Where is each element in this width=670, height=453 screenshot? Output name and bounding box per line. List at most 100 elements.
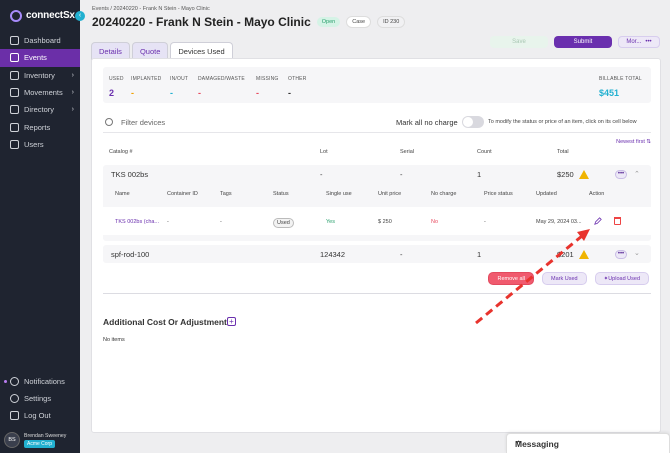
nav-label: Movements	[24, 88, 63, 98]
item-tags[interactable]: -	[220, 219, 222, 225]
nav-item-users[interactable]: Users	[0, 136, 80, 153]
table-row[interactable]: TKS 002bs (cha... - - Used Yes $ 250 No …	[103, 207, 651, 235]
warning-icon	[579, 250, 589, 259]
sub-col-status: Status	[273, 191, 289, 197]
user-name: Brendan Sweeney	[24, 432, 67, 439]
more-button[interactable]: Mor... •••	[618, 36, 660, 48]
logo-icon	[10, 9, 22, 22]
stat-label: BILLABLE TOTAL	[599, 76, 642, 82]
stat-used: USED 2	[109, 76, 124, 98]
ellipsis-icon: •••	[645, 39, 652, 45]
messaging-panel[interactable]: Messaging ⌃	[506, 433, 670, 453]
main-content: Events / 20240220 - Frank N Stein - Mayo…	[80, 0, 670, 453]
item-name-link[interactable]: TKS 002bs (cha...	[115, 219, 159, 225]
nav-label: Directory	[24, 105, 55, 115]
empty-state: No items	[103, 337, 125, 343]
sort-newest-button[interactable]: Newest first ⇅	[616, 139, 651, 145]
nav-item-dashboard[interactable]: Dashboard	[0, 32, 80, 49]
nav-item-notifications[interactable]: Notifications	[0, 373, 80, 390]
device-group[interactable]: TKS 002bs - - 1 $250 ••• ⌃ Name Containe…	[103, 165, 651, 241]
group-serial: -	[400, 250, 403, 259]
book-icon	[10, 105, 19, 115]
group-lot: 124342	[320, 250, 346, 259]
col-serial: Serial	[400, 149, 415, 155]
main-nav: Dashboard Events Inventory › Movements › D…	[0, 32, 80, 153]
logout-icon	[10, 411, 19, 420]
stat-value: -	[198, 88, 201, 98]
title-row: 20240220 - Frank N Stein - Mayo Clinic O…	[92, 15, 406, 29]
calendar-icon	[10, 53, 19, 63]
bell-icon	[10, 377, 19, 386]
chevron-up-icon[interactable]: ⌃	[515, 439, 661, 450]
stat-other: OTHER -	[288, 76, 307, 98]
remove-all-button[interactable]: Remove all	[488, 272, 534, 285]
nav-label: Settings	[24, 394, 52, 403]
trash-icon[interactable]	[614, 217, 621, 225]
item-no-charge[interactable]: No	[431, 219, 438, 225]
stat-label: IN/OUT	[170, 76, 189, 82]
item-status-pill[interactable]: Used	[273, 218, 294, 228]
no-charge-toggle[interactable]	[462, 116, 484, 128]
logo[interactable]: connectSx	[0, 0, 80, 24]
stat-label: OTHER	[288, 76, 307, 82]
save-button[interactable]: Save	[490, 36, 548, 48]
filter-input[interactable]: Filter devices	[121, 118, 165, 127]
row-menu-button[interactable]: •••	[615, 250, 627, 259]
mark-used-button[interactable]: Mark Used	[542, 272, 587, 285]
nav-label: Users	[24, 139, 44, 149]
item-updated: May 29, 2024 03...	[536, 219, 582, 225]
stat-value: -	[170, 88, 173, 98]
chevron-down-icon[interactable]: ⌄	[634, 249, 640, 257]
nav-label: Dashboard	[24, 36, 61, 46]
collapse-sidebar-button[interactable]: ‹	[75, 11, 85, 21]
col-catalog: Catalog #	[109, 149, 133, 155]
page-title: 20240220 - Frank N Stein - Mayo Clinic	[92, 15, 311, 29]
row-menu-button[interactable]: •••	[615, 170, 627, 179]
item-unit-price[interactable]: $ 250	[378, 219, 392, 225]
stat-value: -	[288, 88, 291, 98]
item-container: -	[167, 219, 169, 225]
user-profile[interactable]: BS Brendan Sweeney Acme Corp	[4, 432, 66, 448]
device-group[interactable]: spf-rod-100 124342 - 1 $201 ••• ⌄	[103, 245, 651, 263]
stat-billable-total: BILLABLE TOTAL $451	[599, 76, 642, 98]
no-charge-label: Mark all no charge	[396, 118, 458, 127]
chevron-right-icon: ›	[71, 89, 74, 97]
sub-table-header: Name Container ID Tags Status Single use…	[103, 187, 651, 201]
sub-col-name: Name	[115, 191, 130, 197]
stats-bar: USED 2 IMPLANTED - IN/OUT - DAMAGED/WASTE - …	[103, 67, 651, 103]
id-badge: ID 230	[377, 16, 406, 28]
nav-label: Notifications	[24, 377, 65, 386]
more-label: Mor...	[626, 39, 642, 45]
nav-item-settings[interactable]: Settings	[0, 390, 80, 407]
notification-dot	[4, 380, 7, 383]
upload-used-button[interactable]: ✦ Upload Used	[594, 272, 649, 285]
nav-item-events[interactable]: Events	[0, 49, 80, 67]
sub-col-single-use: Single use	[326, 191, 352, 197]
sub-col-tags: Tags	[220, 191, 232, 197]
stat-damaged: DAMAGED/WASTE -	[198, 76, 245, 98]
stat-label: MISSING	[256, 76, 279, 82]
nav-item-movements[interactable]: Movements ›	[0, 84, 80, 101]
sub-col-price-status: Price status	[484, 191, 513, 197]
nav-item-reports[interactable]: Reports	[0, 118, 80, 135]
add-cost-button[interactable]: +	[227, 317, 236, 326]
sub-col-unit-price: Unit price	[378, 191, 402, 197]
logo-text: connectSx	[26, 10, 75, 21]
nav-item-directory[interactable]: Directory ›	[0, 101, 80, 118]
stat-value: 2	[109, 88, 115, 98]
stat-implanted: IMPLANTED -	[131, 76, 161, 98]
pencil-icon[interactable]	[594, 217, 602, 225]
nav-item-inventory[interactable]: Inventory ›	[0, 67, 80, 84]
search-icon	[105, 118, 113, 126]
user-org-badge: Acme Corp	[24, 439, 56, 448]
top-actions: Save Submit Mor... •••	[490, 36, 660, 48]
bulk-actions: Remove all Mark Used ✦ Upload Used	[488, 272, 649, 285]
nav-label: Events	[24, 53, 47, 63]
chevron-up-icon[interactable]: ⌃	[634, 170, 640, 178]
nav-item-logout[interactable]: Log Out	[0, 407, 80, 424]
devices-panel: USED 2 IMPLANTED - IN/OUT - DAMAGED/WASTE - …	[91, 58, 661, 433]
group-total: $250	[557, 170, 574, 179]
breadcrumb[interactable]: Events / 20240220 - Frank N Stein - Mayo…	[92, 6, 210, 12]
sort-icon: ⇅	[646, 139, 651, 145]
submit-button[interactable]: Submit	[554, 36, 612, 48]
